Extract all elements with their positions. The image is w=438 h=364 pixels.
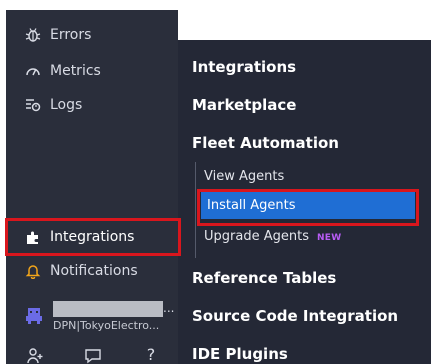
avatar bbox=[24, 306, 44, 326]
bell-icon bbox=[24, 262, 42, 280]
menu-item-label: Upgrade Agents bbox=[204, 229, 309, 244]
menu-item-view-agents[interactable]: View Agents bbox=[204, 169, 284, 184]
menu-item-upgrade-agents[interactable]: Upgrade Agents NEW bbox=[204, 229, 341, 244]
chat-icon[interactable] bbox=[84, 346, 102, 364]
gauge-icon bbox=[24, 62, 42, 80]
help-icon[interactable]: ? bbox=[142, 346, 160, 364]
user-name-redacted bbox=[53, 301, 163, 317]
sidebar-footer: ? bbox=[6, 346, 178, 364]
user-org: DPN|TokyoElectro... bbox=[53, 319, 160, 332]
menu-item-fleet-automation[interactable]: Fleet Automation bbox=[192, 134, 339, 152]
logs-icon bbox=[24, 96, 42, 114]
bug-icon bbox=[24, 26, 42, 44]
highlight-box-install-agents bbox=[197, 189, 419, 226]
menu-item-reference-tables[interactable]: Reference Tables bbox=[192, 269, 336, 287]
menu-item-source-code-integration[interactable]: Source Code Integration bbox=[192, 307, 398, 325]
submenu-divider bbox=[195, 162, 196, 258]
sidebar-item-notifications[interactable]: Notifications bbox=[6, 259, 178, 283]
highlight-box-integrations bbox=[5, 218, 181, 256]
menu-item-marketplace[interactable]: Marketplace bbox=[192, 96, 296, 114]
sidebar: Errors Metrics Logs Integrations Notific… bbox=[6, 10, 178, 364]
sidebar-item-label: Metrics bbox=[50, 63, 101, 79]
sidebar-item-label: Logs bbox=[50, 97, 83, 113]
sidebar-item-logs[interactable]: Logs bbox=[6, 93, 178, 117]
menu-item-ide-plugins[interactable]: IDE Plugins bbox=[192, 345, 288, 363]
app-root: Errors Metrics Logs Integrations Notific… bbox=[0, 0, 438, 364]
sidebar-item-metrics[interactable]: Metrics bbox=[6, 59, 178, 83]
sidebar-item-label: Notifications bbox=[50, 263, 138, 279]
invite-user-icon[interactable] bbox=[26, 346, 44, 364]
sidebar-item-label: Errors bbox=[50, 27, 92, 43]
sidebar-item-errors[interactable]: Errors bbox=[6, 23, 178, 47]
menu-item-integrations[interactable]: Integrations bbox=[192, 58, 296, 76]
user-name-ellipsis: ... bbox=[163, 301, 175, 315]
user-account[interactable]: ... DPN|TokyoElectro... bbox=[6, 297, 178, 337]
new-badge: NEW bbox=[316, 233, 342, 243]
